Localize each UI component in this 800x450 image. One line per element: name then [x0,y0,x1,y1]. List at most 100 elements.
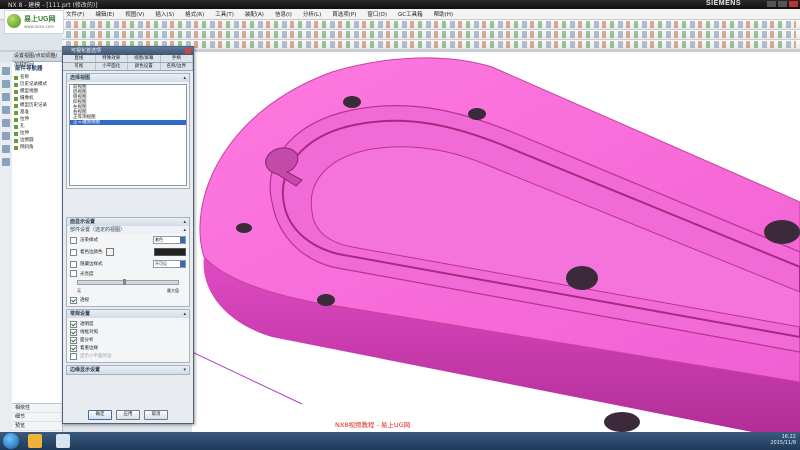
nx-app-icon[interactable] [56,434,70,448]
chevron-up-icon[interactable]: ▴ [183,226,189,234]
general-option-checkbox[interactable] [70,344,77,352]
model-tree: 名称 历史记录模式 模型视图 摄像机 模型历史记录 基准 拉伸孔拉伸 边倒圆 倒斜角 [12,74,62,151]
bolt-hole[interactable] [764,220,800,244]
bolt-hole[interactable] [236,223,252,233]
tree-node[interactable]: 拉伸 [12,130,62,137]
history-icon[interactable] [2,119,10,127]
render-style-checkbox[interactable] [70,236,77,244]
dialog-tab[interactable]: 手柄 [161,55,193,62]
bolt-hole[interactable] [604,412,640,432]
start-button[interactable] [3,433,19,449]
center-hole[interactable] [566,266,598,290]
chevron-down-icon[interactable]: ▾ [183,366,189,374]
tree-node[interactable]: 孔 [12,123,62,130]
navigator-panel-header[interactable]: 相依性 [12,404,62,413]
menu-item[interactable]: 格式(R) [185,10,204,18]
general-settings-section: 常规设置 ▴ 透明度 线框对照 面分析 着重边缘 显示小平面的边 [66,309,190,363]
slider-min-label: 无 [77,288,81,293]
chevron-up-icon[interactable]: ▴ [183,74,189,82]
dialog-tab[interactable]: 可视 [63,63,96,70]
dialog-tab[interactable]: 颜色设置 [128,63,161,70]
view-list[interactable]: 前视图 后视图 俯视图 仰视图 左视图 右视图 正等测视图 正三轴测视图 [69,84,187,186]
menu-item[interactable]: 窗口(O) [367,10,387,18]
view-list-item[interactable]: 正三轴测视图 [70,120,186,125]
dialog-tab[interactable]: 小平面化 [96,63,128,70]
tree-node[interactable]: 边倒圆 [12,137,62,144]
toolbar-icons[interactable] [66,21,796,28]
slider-thumb[interactable] [123,279,126,285]
maximize-icon[interactable] [778,1,787,7]
shaded-edge-label: 着色边颜色 [80,250,103,255]
bolt-hole[interactable] [317,294,335,306]
navigator-panel-header[interactable]: 预览 [12,422,62,431]
constraint-navigator-icon[interactable] [2,93,10,101]
menu-item[interactable]: 首选项(P) [332,10,356,18]
navigator-panel-header[interactable]: 细节 [12,413,62,422]
edge-color-swatch[interactable] [154,248,186,256]
color-picker-icon[interactable] [105,248,114,256]
menu-item[interactable]: GC工具箱 [398,10,423,18]
shaded-edge-checkbox[interactable] [70,248,77,256]
assembly-navigator-icon[interactable] [2,67,10,75]
part-navigator-icon[interactable] [2,80,10,88]
section-title: 选择视图 [70,75,91,81]
dialog-tab[interactable]: 名称/边界 [161,63,193,70]
tree-node[interactable]: 模型历史记录 [12,102,62,109]
perspective-checkbox[interactable] [70,296,77,304]
apply-button[interactable]: 应用 [116,410,140,420]
bolt-hole[interactable] [343,96,361,108]
section-title: 面显示设置 [70,219,96,225]
render-style-select[interactable]: 着色 [153,236,186,244]
tree-node[interactable]: 名称 [12,74,62,81]
chevron-up-icon[interactable]: ▴ [183,310,189,318]
general-option-checkbox[interactable] [70,336,77,344]
menu-item[interactable]: 插入(S) [155,10,174,18]
hidden-edge-select[interactable]: 不可见 [153,260,186,268]
dialog-tab[interactable]: 视图/屏幕 [128,55,161,62]
hidden-edge-checkbox[interactable] [70,260,77,268]
menu-item[interactable]: 分析(L) [303,10,321,18]
menu-item[interactable]: 工具(T) [215,10,234,18]
menu-item[interactable]: 装配(A) [245,10,264,18]
edge-display-section[interactable]: 边缘显示设置 ▾ [66,365,190,375]
menu-item[interactable]: 文件(F) [66,10,84,18]
transparency-checkbox[interactable] [70,270,77,277]
general-option-checkbox[interactable] [70,320,77,328]
menu-item[interactable]: 视图(V) [125,10,144,18]
render-style-label: 渲染样式 [80,238,98,243]
tree-node[interactable]: 基准 [12,109,62,116]
toolbar-icons[interactable] [66,31,796,38]
minimize-icon[interactable] [767,1,776,7]
reuse-library-icon[interactable] [2,106,10,114]
general-option-label: 面分析 [80,338,94,343]
chevron-up-icon[interactable]: ▴ [183,218,189,226]
general-option-checkbox[interactable] [70,328,77,336]
general-option-checkbox[interactable] [70,352,77,360]
dialog-tab[interactable]: 直线 [63,55,96,62]
tree-node[interactable]: 倒斜角 [12,144,62,151]
bolt-hole[interactable] [468,108,486,120]
menu-item[interactable]: 编辑(E) [95,10,114,18]
tree-node[interactable]: 拉伸 [12,116,62,123]
graphics-window[interactable] [192,52,800,432]
web-browser-icon[interactable] [2,132,10,140]
folder-icon[interactable] [28,434,42,448]
general-option-label: 线框对照 [80,330,98,335]
tree-node[interactable]: 历史记录模式 [12,81,62,88]
menu-item[interactable]: 帮助(H) [434,10,453,18]
view-selection-section: 选择视图 ▴ 前视图 后视图 俯视图 仰视图 左视图 右视图 正等测视图 正三轴测视图 [66,73,190,189]
model-render[interactable] [192,52,800,432]
dialog-tab[interactable]: 特殊效果 [96,55,128,62]
ok-button[interactable]: 确定 [88,410,112,420]
tab-row-1: 直线 特殊效果 视图/屏幕 手柄 [63,55,193,63]
roles-icon[interactable] [2,145,10,153]
section-title: 边缘显示设置 [70,367,101,373]
menu-item[interactable]: 信息(I) [275,10,292,18]
transparency-slider[interactable] [77,279,179,285]
system-materials-icon[interactable] [2,158,10,166]
close-icon[interactable] [185,48,191,54]
tree-node[interactable]: 摄像机 [12,95,62,102]
tree-node[interactable]: 模型视图 [12,88,62,95]
close-icon[interactable] [789,1,798,7]
cancel-button[interactable]: 取消 [144,410,168,420]
